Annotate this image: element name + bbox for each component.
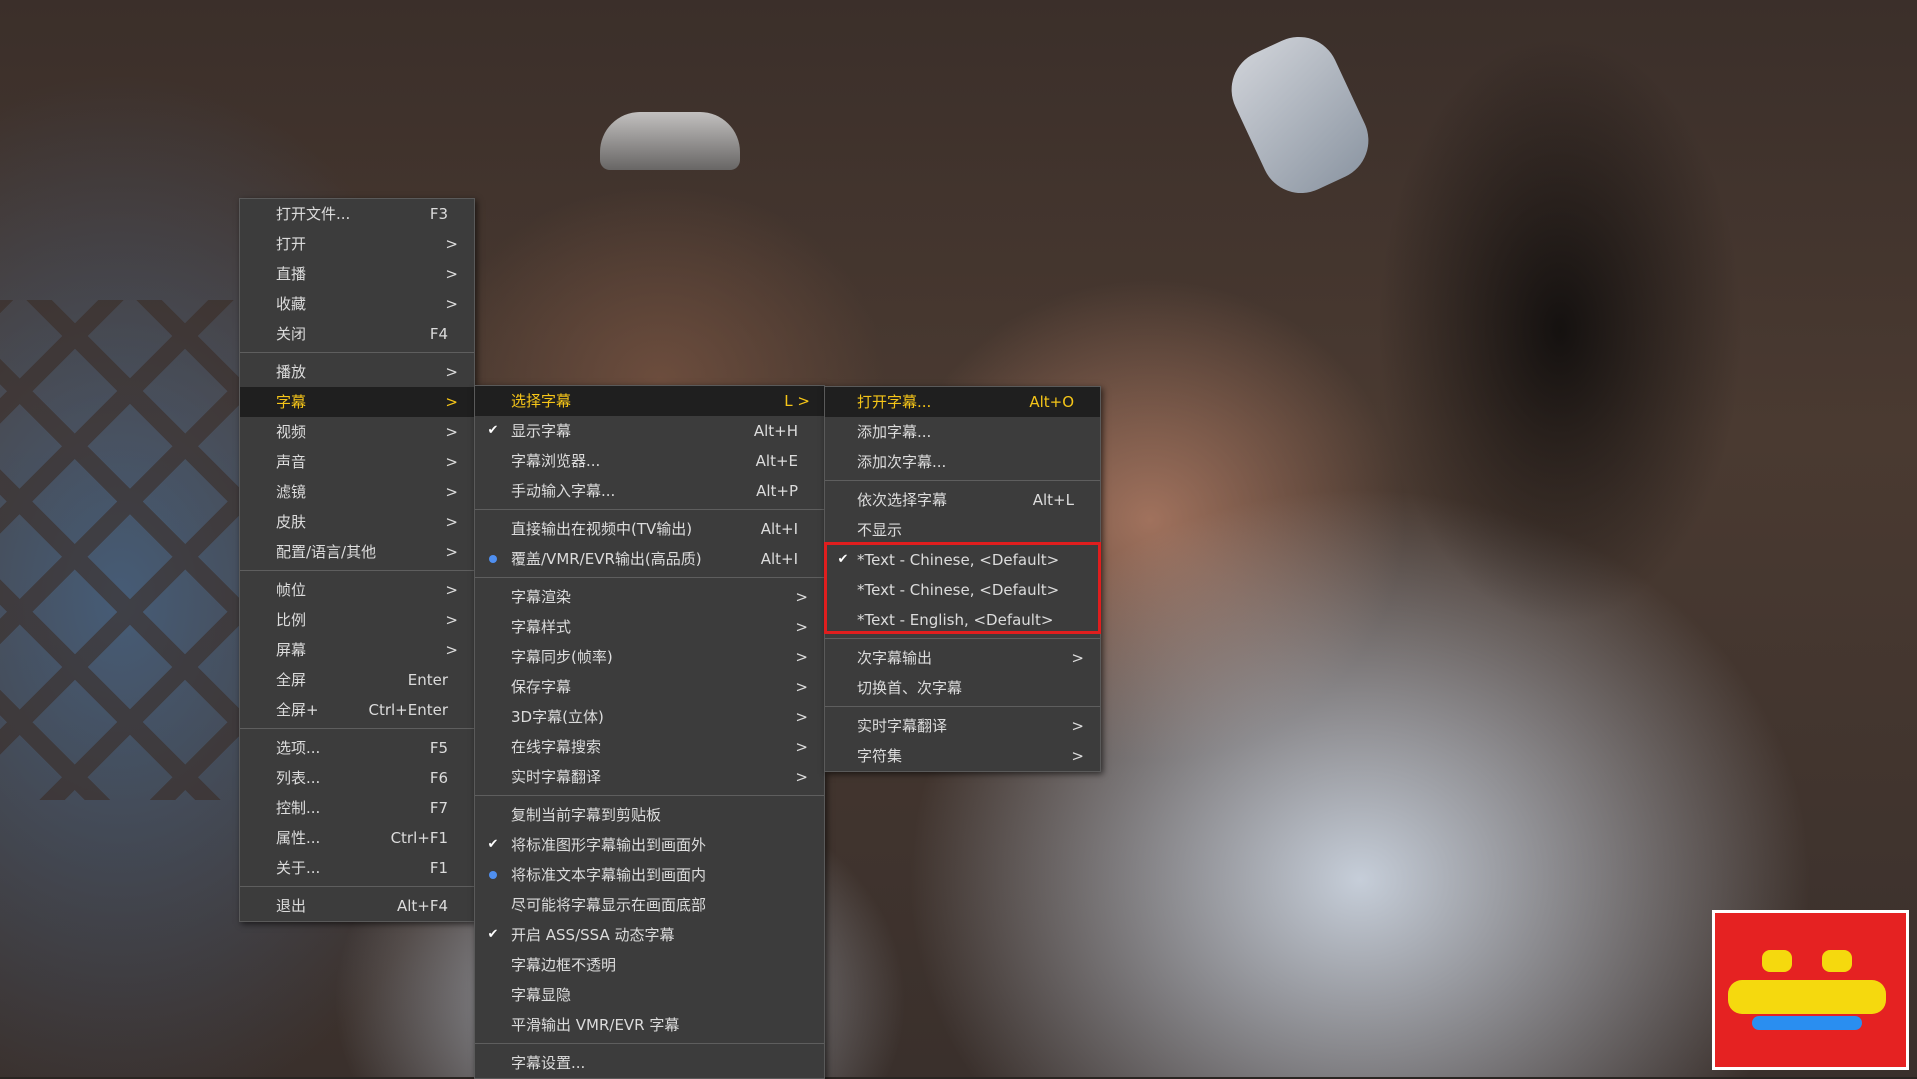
menu-separator <box>240 728 474 729</box>
menu-separator <box>475 509 824 510</box>
menu-item-video[interactable]: 视频 > <box>240 417 474 447</box>
menu-item-swap-subtitles[interactable]: 切换首、次字幕 <box>825 673 1100 703</box>
menu-item-manual-input[interactable]: 手动输入字幕... Alt+P <box>475 476 824 506</box>
menu-item-properties[interactable]: 属性... Ctrl+F1 <box>240 823 474 853</box>
menu-item-select-subtitle[interactable]: 选择字幕 L > <box>475 386 824 416</box>
menu-item-text-inside[interactable]: 将标准文本字幕输出到画面内 <box>475 860 824 890</box>
menu-item-tv-output[interactable]: 直接输出在视频中(TV输出) Alt+I <box>475 514 824 544</box>
logo-shape <box>1728 980 1886 1014</box>
menu-item-realtime-translate-2[interactable]: 实时字幕翻译 > <box>825 711 1100 741</box>
menu-item-realtime-translate[interactable]: 实时字幕翻译 > <box>475 762 824 792</box>
menu-item-show-subtitle[interactable]: ✔ 显示字幕 Alt+H <box>475 416 824 446</box>
menu-item-charset[interactable]: 字符集 > <box>825 741 1100 771</box>
menu-item-add-subtitle[interactable]: 添加字幕... <box>825 417 1100 447</box>
menu-item-fullscreen[interactable]: 全屏 Enter <box>240 665 474 695</box>
subtitle-submenu: 选择字幕 L > ✔ 显示字幕 Alt+H 字幕浏览器... Alt+E 手动输入字幕.… <box>474 385 825 1079</box>
menu-item-open-file[interactable]: 打开文件... F3 <box>240 199 474 229</box>
menu-item-bottom-display[interactable]: 尽可能将字幕显示在画面底部 <box>475 890 824 920</box>
menu-item-add-secondary[interactable]: 添加次字幕... <box>825 447 1100 477</box>
menu-item-config[interactable]: 配置/语言/其他 > <box>240 537 474 567</box>
menu-item-open-subtitle[interactable]: 打开字幕... Alt+O <box>825 387 1100 417</box>
menu-item-playlist[interactable]: 列表... F6 <box>240 763 474 793</box>
menu-separator <box>240 570 474 571</box>
headband <box>600 112 740 170</box>
checkmark-icon: ✔ <box>837 552 849 567</box>
radio-dot-icon <box>489 555 497 563</box>
menu-item-favorites[interactable]: 收藏 > <box>240 289 474 319</box>
menu-separator <box>825 706 1100 707</box>
main-context-menu: 打开文件... F3 打开 > 直播 > 收藏 > 关闭 F4 播放 > 字幕 > 视频 > 声… <box>239 198 475 922</box>
menu-item-exit[interactable]: 退出 Alt+F4 <box>240 891 474 921</box>
menu-separator <box>240 352 474 353</box>
logo-shape <box>1762 950 1792 972</box>
menu-item-screen[interactable]: 屏幕 > <box>240 635 474 665</box>
menu-item-graphic-outside[interactable]: ✔ 将标准图形字幕输出到画面外 <box>475 830 824 860</box>
menu-item-open[interactable]: 打开 > <box>240 229 474 259</box>
menu-item-toggle-visibility[interactable]: 字幕显隐 <box>475 980 824 1010</box>
menu-item-about[interactable]: 关于... F1 <box>240 853 474 883</box>
menu-item-track-chinese-1[interactable]: ✔ *Text - Chinese, <Default> <box>825 545 1100 575</box>
menu-separator <box>475 795 824 796</box>
menu-item-options[interactable]: 选项... F5 <box>240 733 474 763</box>
menu-item-subtitle-render[interactable]: 字幕渲染 > <box>475 582 824 612</box>
checkmark-icon: ✔ <box>487 927 499 942</box>
radio-dot-icon <box>489 871 497 879</box>
menu-item-ass-ssa[interactable]: ✔ 开启 ASS/SSA 动态字幕 <box>475 920 824 950</box>
logo-shape <box>1822 950 1852 972</box>
menu-item-secondary-output[interactable]: 次字幕输出 > <box>825 643 1100 673</box>
menu-item-play[interactable]: 播放 > <box>240 357 474 387</box>
menu-item-filters[interactable]: 滤镜 > <box>240 477 474 507</box>
menu-item-no-display[interactable]: 不显示 <box>825 515 1100 545</box>
menu-item-frame[interactable]: 帧位 > <box>240 575 474 605</box>
channel-logo <box>1712 910 1909 1070</box>
menu-item-subtitle-sync[interactable]: 字幕同步(帧率) > <box>475 642 824 672</box>
menu-item-control[interactable]: 控制... F7 <box>240 793 474 823</box>
logo-shape <box>1752 1016 1862 1030</box>
menu-item-overlay-output[interactable]: 覆盖/VMR/EVR输出(高品质) Alt+I <box>475 544 824 574</box>
menu-item-subtitle[interactable]: 字幕 > <box>240 387 474 417</box>
menu-separator <box>475 1043 824 1044</box>
menu-item-subtitle-settings[interactable]: 字幕设置... <box>475 1048 824 1078</box>
menu-item-online-search[interactable]: 在线字幕搜索 > <box>475 732 824 762</box>
menu-separator <box>240 886 474 887</box>
menu-item-close[interactable]: 关闭 F4 <box>240 319 474 349</box>
checkmark-icon: ✔ <box>487 423 499 438</box>
menu-item-fullscreen-plus[interactable]: 全屏+ Ctrl+Enter <box>240 695 474 725</box>
menu-item-smooth-output[interactable]: 平滑输出 VMR/EVR 字幕 <box>475 1010 824 1040</box>
menu-item-skin[interactable]: 皮肤 > <box>240 507 474 537</box>
window-lattice <box>0 300 260 800</box>
menu-item-opaque-border[interactable]: 字幕边框不透明 <box>475 950 824 980</box>
menu-item-3d-subtitle[interactable]: 3D字幕(立体) > <box>475 702 824 732</box>
menu-item-copy-subtitle[interactable]: 复制当前字幕到剪贴板 <box>475 800 824 830</box>
menu-item-audio[interactable]: 声音 > <box>240 447 474 477</box>
menu-item-subtitle-style[interactable]: 字幕样式 > <box>475 612 824 642</box>
select-subtitle-submenu: 打开字幕... Alt+O 添加字幕... 添加次字幕... 依次选择字幕 Alt+… <box>824 386 1101 772</box>
menu-item-cycle-subtitle[interactable]: 依次选择字幕 Alt+L <box>825 485 1100 515</box>
menu-separator <box>825 480 1100 481</box>
menu-item-ratio[interactable]: 比例 > <box>240 605 474 635</box>
menu-item-track-chinese-2[interactable]: *Text - Chinese, <Default> <box>825 575 1100 605</box>
menu-separator <box>825 638 1100 639</box>
menu-item-track-english[interactable]: *Text - English, <Default> <box>825 605 1100 635</box>
menu-item-subtitle-browser[interactable]: 字幕浏览器... Alt+E <box>475 446 824 476</box>
menu-item-live[interactable]: 直播 > <box>240 259 474 289</box>
menu-item-save-subtitle[interactable]: 保存字幕 > <box>475 672 824 702</box>
menu-separator <box>475 577 824 578</box>
hair-ribbon <box>1218 23 1382 207</box>
checkmark-icon: ✔ <box>487 837 499 852</box>
